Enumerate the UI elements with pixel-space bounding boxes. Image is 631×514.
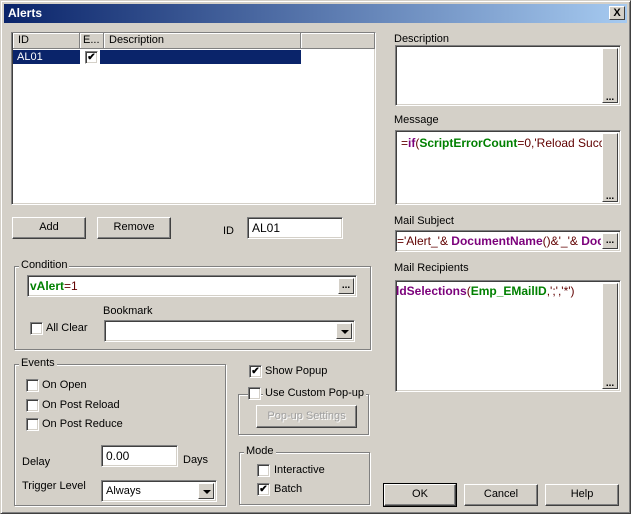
expression-token: =1 bbox=[64, 279, 78, 293]
message-input[interactable]: =if(ScriptErrorCount=0,'Reload Succ ... bbox=[395, 130, 621, 205]
condition-expression-ellipsis-button[interactable]: ... bbox=[338, 278, 354, 294]
mail-recipients-expression-text: ldSelections(Emp_EMailID,';','*') bbox=[396, 284, 602, 298]
row-id: AL01 bbox=[17, 51, 43, 63]
use-custom-popup-checkbox[interactable] bbox=[248, 387, 261, 400]
description-ellipsis-button[interactable]: ... bbox=[602, 48, 618, 103]
expression-token: ScriptErrorCount bbox=[419, 136, 518, 150]
expression-token: =0,'Reload Succ bbox=[517, 136, 603, 150]
show-popup-checkbox[interactable]: ✔ bbox=[249, 365, 262, 378]
alerts-list[interactable]: ID E... Description AL01 ✔ bbox=[11, 32, 376, 205]
mail-recipients-ellipsis-button[interactable]: ... bbox=[602, 283, 618, 389]
alerts-dialog: Alerts X ID E... Description AL01 ✔ Add … bbox=[0, 0, 631, 514]
expression-token: ldSelections bbox=[396, 284, 467, 298]
row-enabled-checkbox[interactable]: ✔ bbox=[85, 51, 98, 64]
on-post-reload-checkbox[interactable] bbox=[26, 399, 39, 412]
close-icon: X bbox=[613, 7, 621, 19]
column-header-id[interactable]: ID bbox=[13, 33, 80, 49]
trigger-level-dropdown[interactable]: Always bbox=[101, 480, 217, 502]
expression-token: Docu bbox=[581, 234, 601, 248]
interactive-label: Interactive bbox=[274, 464, 325, 476]
events-group-label: Events bbox=[19, 357, 57, 369]
interactive-checkbox[interactable] bbox=[257, 464, 270, 477]
expression-token: Emp_EMailID bbox=[470, 284, 547, 298]
description-label: Description bbox=[394, 33, 450, 45]
on-post-reload-label: On Post Reload bbox=[42, 399, 120, 411]
id-label: ID bbox=[223, 225, 234, 237]
title-bar: Alerts X bbox=[4, 4, 627, 23]
delay-input[interactable]: 0.00 bbox=[101, 445, 178, 467]
trigger-level-label: Trigger Level bbox=[22, 480, 86, 492]
help-button[interactable]: Help bbox=[545, 484, 619, 506]
mail-subject-label: Mail Subject bbox=[394, 215, 454, 227]
row-description-cell bbox=[100, 50, 301, 64]
on-post-reduce-checkbox[interactable] bbox=[26, 418, 39, 431]
mode-group-label: Mode bbox=[244, 445, 276, 457]
message-label: Message bbox=[394, 114, 439, 126]
popup-settings-button[interactable]: Pop-up Settings bbox=[256, 405, 357, 428]
delay-unit-label: Days bbox=[183, 454, 209, 466]
column-header-enabled[interactable]: E... bbox=[80, 33, 104, 49]
table-row[interactable]: AL01 ✔ bbox=[13, 50, 301, 64]
id-input[interactable]: AL01 bbox=[247, 217, 343, 239]
expression-token: ,';','*') bbox=[546, 284, 575, 298]
close-button[interactable]: X bbox=[609, 6, 625, 20]
on-open-checkbox[interactable] bbox=[26, 379, 39, 392]
condition-expression-text: vAlert=1 bbox=[30, 279, 336, 293]
on-open-label: On Open bbox=[42, 379, 87, 391]
row-id-cell: AL01 bbox=[13, 50, 80, 64]
expression-token: DocumentName bbox=[451, 234, 543, 248]
all-clear-label: All Clear bbox=[46, 322, 88, 334]
mail-subject-expression-text: ='Alert_'& DocumentName()&'_'& Docu bbox=[397, 234, 601, 248]
show-popup-label: Show Popup bbox=[265, 365, 328, 377]
mode-group: Mode bbox=[239, 445, 370, 505]
batch-checkbox[interactable]: ✔ bbox=[257, 483, 270, 496]
ok-button[interactable]: OK bbox=[383, 483, 457, 507]
mail-subject-ellipsis-button[interactable]: ... bbox=[602, 233, 618, 249]
message-ellipsis-button[interactable]: ... bbox=[602, 133, 618, 202]
trigger-level-chevron-down-icon[interactable] bbox=[198, 483, 214, 499]
mail-recipients-label: Mail Recipients bbox=[394, 262, 469, 274]
remove-button[interactable]: Remove bbox=[97, 217, 171, 239]
check-icon: ✔ bbox=[251, 366, 260, 377]
on-post-reduce-label: On Post Reduce bbox=[42, 418, 123, 430]
all-clear-checkbox[interactable] bbox=[30, 322, 43, 335]
expression-token: vAlert bbox=[30, 279, 65, 293]
add-button[interactable]: Add bbox=[12, 217, 86, 239]
cancel-button[interactable]: Cancel bbox=[464, 484, 538, 506]
mail-recipients-input[interactable]: ldSelections(Emp_EMailID,';','*') ... bbox=[395, 280, 621, 392]
batch-label: Batch bbox=[274, 483, 303, 495]
expression-token: ()&'_'& bbox=[542, 234, 582, 248]
delay-label: Delay bbox=[22, 456, 51, 468]
bookmark-chevron-down-icon[interactable] bbox=[336, 323, 352, 339]
check-icon: ✔ bbox=[87, 52, 96, 63]
dialog-title: Alerts bbox=[8, 6, 43, 20]
description-input[interactable]: ... bbox=[395, 45, 621, 106]
bookmark-dropdown[interactable] bbox=[104, 320, 355, 342]
check-icon: ✔ bbox=[259, 484, 268, 495]
condition-expression-input[interactable]: vAlert=1 ... bbox=[27, 275, 357, 297]
expression-token: ='Alert_'& bbox=[397, 234, 452, 248]
column-header-filler bbox=[301, 33, 375, 49]
column-header-description[interactable]: Description bbox=[104, 33, 301, 49]
expression-token: = bbox=[401, 136, 409, 150]
use-custom-popup-label: Use Custom Pop-up bbox=[263, 387, 367, 399]
message-expression-text: =if(ScriptErrorCount=0,'Reload Succ bbox=[401, 136, 603, 150]
condition-group-label: Condition bbox=[19, 259, 70, 271]
bookmark-label: Bookmark bbox=[103, 305, 153, 317]
mail-subject-input[interactable]: ='Alert_'& DocumentName()&'_'& Docu ... bbox=[395, 230, 621, 252]
